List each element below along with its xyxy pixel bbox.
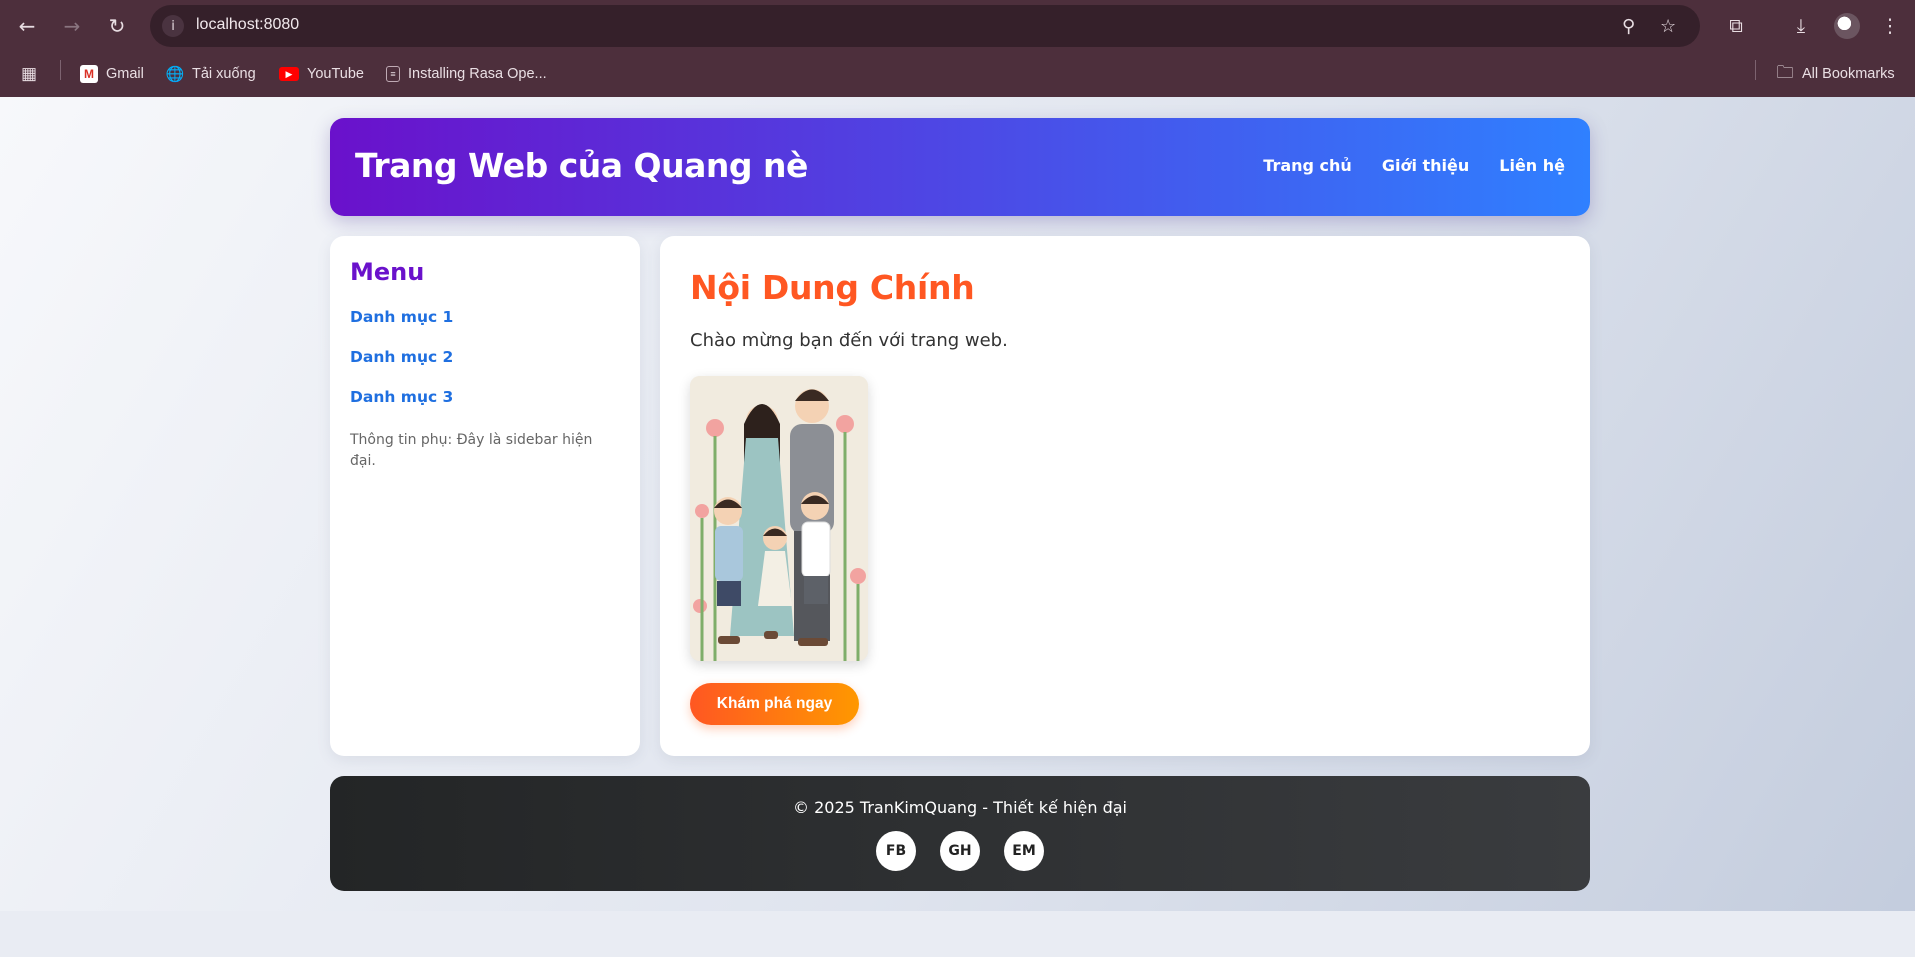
forward-button[interactable]: →	[58, 12, 86, 40]
arrow-left-icon: ←	[18, 14, 36, 38]
bookmark-youtube[interactable]: ▶ YouTube	[279, 62, 364, 86]
bookmarks-bar: ▦ M Gmail 🌐 Tải xuống ▶ YouTube ≡ Instal…	[0, 52, 1915, 97]
sidebar-note: Thông tin phụ: Đây là sidebar hiện đại.	[350, 432, 593, 469]
gmail-icon: M	[80, 65, 98, 83]
toolbar: ← → ↻ i localhost:8080 ⚲ ☆ ⧉ ⤓ ⋮	[0, 0, 1915, 52]
site-header: Trang Web của Quang nè Trang chủ Giới th…	[330, 118, 1590, 216]
globe-icon: 🌐	[165, 66, 185, 83]
sidebar-link-2[interactable]: Danh mục 2	[350, 348, 453, 366]
sidebar-link-3[interactable]: Danh mục 3	[350, 388, 453, 406]
profile-avatar[interactable]	[1834, 13, 1860, 39]
divider	[60, 60, 61, 80]
bookmark-gmail[interactable]: M Gmail	[80, 62, 144, 86]
zoom-icon[interactable]: ⚲	[1622, 16, 1635, 37]
site-footer: © 2025 TranKimQuang - Thiết kế hiện đại …	[330, 776, 1590, 891]
bookmark-label: YouTube	[307, 66, 364, 82]
site-title: Trang Web của Quang nè	[355, 146, 808, 185]
bookmark-label: Gmail	[106, 66, 144, 82]
apps-icon[interactable]: ▦	[20, 62, 38, 86]
facebook-link[interactable]: FB	[876, 831, 916, 871]
nav-link-home[interactable]: Trang chủ	[1263, 156, 1352, 175]
explore-button[interactable]: Khám phá ngay	[690, 683, 859, 725]
all-bookmarks[interactable]: 🗀 All Bookmarks	[1776, 62, 1895, 86]
main-heading: Nội Dung Chính	[690, 268, 975, 307]
top-nav: Trang chủ Giới thiệu Liên hệ	[1263, 156, 1565, 175]
browser-chrome: ← → ↻ i localhost:8080 ⚲ ☆ ⧉ ⤓ ⋮ ▦ M Gma…	[0, 0, 1915, 97]
bookmark-tai-xuong[interactable]: 🌐 Tải xuống	[166, 62, 256, 86]
sidebar-link-1[interactable]: Danh mục 1	[350, 308, 453, 326]
sidebar: Menu Danh mục 1 Danh mục 2 Danh mục 3 Th…	[330, 236, 640, 756]
bookmark-label: Installing Rasa Ope...	[408, 66, 547, 82]
extensions-icon[interactable]: ⧉	[1722, 12, 1750, 40]
url-text[interactable]: localhost:8080	[196, 16, 299, 34]
github-link[interactable]: GH	[940, 831, 980, 871]
reload-icon: ↻	[108, 14, 126, 38]
nav-link-about[interactable]: Giới thiệu	[1382, 156, 1469, 175]
family-illustration-svg	[690, 376, 868, 661]
family-illustration	[690, 376, 868, 661]
email-link[interactable]: EM	[1004, 831, 1044, 871]
divider	[1755, 60, 1756, 80]
page-icon: ≡	[386, 66, 400, 82]
reload-button[interactable]: ↻	[103, 12, 131, 40]
back-button[interactable]: ←	[13, 12, 41, 40]
social-links: FB GH EM	[330, 831, 1590, 871]
arrow-right-icon: →	[63, 14, 81, 38]
site-info-icon[interactable]: i	[162, 15, 184, 37]
sidebar-heading: Menu	[350, 258, 425, 286]
page-bottom-area	[0, 911, 1915, 957]
download-icon[interactable]: ⤓	[1787, 12, 1815, 40]
address-bar[interactable]: i localhost:8080 ⚲ ☆	[150, 5, 1700, 47]
folder-icon: 🗀	[1776, 62, 1794, 82]
menu-kebab-icon[interactable]: ⋮	[1876, 12, 1904, 40]
main-content: Nội Dung Chính Chào mừng bạn đến với tra…	[660, 236, 1590, 756]
welcome-text: Chào mừng bạn đến với trang web.	[690, 330, 1008, 351]
bookmark-installing-rasa[interactable]: ≡ Installing Rasa Ope...	[386, 62, 547, 86]
star-icon[interactable]: ☆	[1660, 16, 1676, 37]
nav-link-contact[interactable]: Liên hệ	[1499, 156, 1565, 175]
youtube-icon: ▶	[279, 67, 299, 81]
all-bookmarks-label: All Bookmarks	[1802, 66, 1895, 82]
bookmark-label: Tải xuống	[192, 66, 256, 82]
copyright-text: © 2025 TranKimQuang - Thiết kế hiện đại	[793, 798, 1127, 817]
